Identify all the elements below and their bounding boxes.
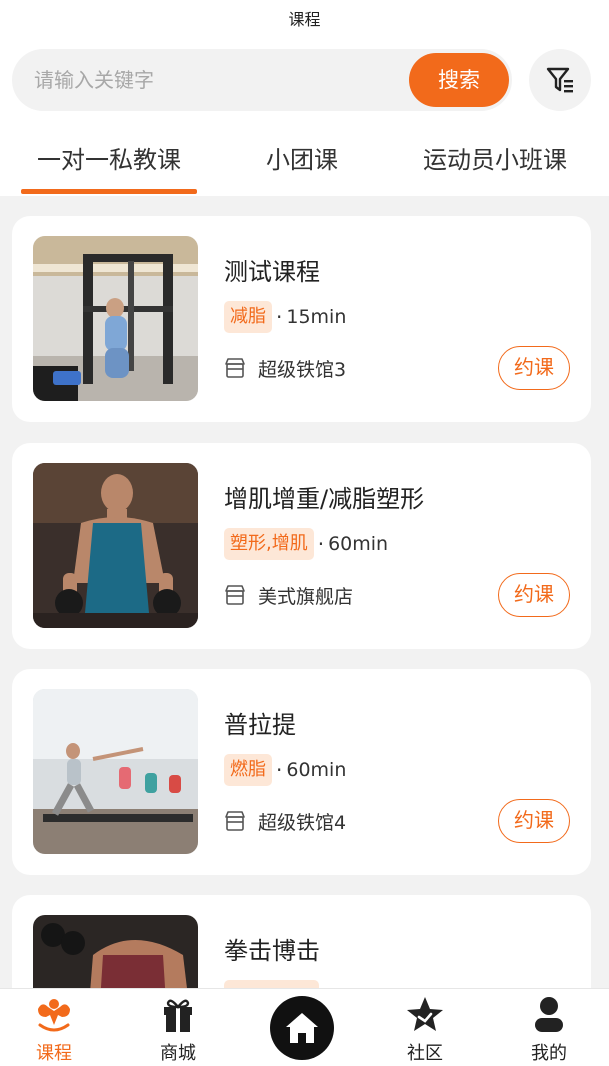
- course-card[interactable]: 普拉提 燃脂 · 60min 超级铁馆4 约课: [12, 669, 591, 875]
- tab-athlete-class[interactable]: 运动员小班课: [405, 138, 585, 196]
- nav-label-shop: 商城: [160, 1043, 196, 1064]
- course-card[interactable]: 增肌增重/减脂塑形 塑形,增肌 · 60min 美式旗舰店 约课: [12, 443, 591, 649]
- user-icon: [535, 997, 563, 1032]
- boxer-photo: [33, 915, 198, 988]
- book-button[interactable]: 约课: [498, 799, 570, 843]
- search-input[interactable]: [34, 63, 394, 97]
- meta-separator: ·: [317, 532, 325, 556]
- store-name: 超级铁馆3: [258, 358, 347, 381]
- course-name: 拳击博击: [224, 937, 320, 965]
- active-tab-indicator: [21, 189, 197, 194]
- store-row: 超级铁馆4: [224, 807, 346, 835]
- course-tag: [224, 980, 319, 988]
- book-button[interactable]: 约课: [498, 346, 570, 390]
- course-list[interactable]: 测试课程 减脂 · 15min 超级铁馆3 约课 增肌增重/减脂塑形 塑形,增肌…: [0, 196, 609, 988]
- course-meta: 减脂 · 15min: [224, 301, 346, 333]
- course-tag: 燃脂: [224, 754, 272, 786]
- course-type-tabs: 一对一私教课 小团课 运动员小班课: [0, 138, 609, 196]
- search-button[interactable]: 搜索: [409, 53, 509, 107]
- filter-button[interactable]: [529, 49, 591, 111]
- pilates-class-photo: [33, 689, 198, 854]
- course-meta: 燃脂 · 60min: [224, 754, 346, 786]
- nav-label-community: 社区: [407, 1043, 443, 1064]
- course-duration: 60min: [286, 759, 347, 781]
- dumbbell-trainer-photo: [33, 463, 198, 628]
- store-name: 超级铁馆4: [258, 811, 347, 834]
- home-button[interactable]: [270, 996, 334, 1060]
- nav-label-profile: 我的: [531, 1043, 567, 1064]
- home-icon: [286, 1013, 318, 1043]
- course-tag: 塑形,增肌: [224, 528, 314, 560]
- nav-label-courses: 课程: [36, 1043, 72, 1064]
- tab-private-lesson[interactable]: 一对一私教课: [21, 138, 197, 196]
- page-title: 课程: [288, 10, 321, 29]
- store-icon: [225, 811, 245, 831]
- store-row: 超级铁馆3: [224, 354, 346, 382]
- course-card[interactable]: 测试课程 减脂 · 15min 超级铁馆3 约课: [12, 216, 591, 422]
- course-duration: 60min: [328, 533, 389, 555]
- nav-item-shop[interactable]: 商城: [128, 989, 228, 1066]
- top-bar: 课程 搜索 一对一私教课 小团课 运动员小班课: [0, 0, 609, 196]
- gift-icon: [164, 999, 192, 1032]
- course-meta: 塑形,增肌 · 60min: [224, 528, 388, 560]
- nav-item-profile[interactable]: 我的: [499, 989, 599, 1066]
- meta-separator: ·: [276, 305, 283, 329]
- course-thumbnail: [33, 915, 198, 988]
- store-icon: [225, 358, 245, 378]
- course-name: 普拉提: [224, 711, 296, 739]
- store-name: 美式旗舰店: [258, 585, 354, 608]
- nav-item-community[interactable]: 社区: [375, 989, 475, 1066]
- nav-item-courses[interactable]: 课程: [4, 989, 104, 1066]
- store-row: 美式旗舰店: [224, 581, 353, 609]
- course-name: 增肌增重/减脂塑形: [224, 485, 425, 513]
- store-icon: [225, 585, 245, 605]
- filter-icon: [546, 67, 573, 93]
- course-duration: 15min: [286, 306, 347, 328]
- muscle-icon: [38, 999, 70, 1032]
- course-thumbnail: [33, 236, 198, 401]
- star-icon: [407, 997, 443, 1031]
- meta-separator: ·: [276, 758, 283, 782]
- course-thumbnail: [33, 463, 198, 628]
- course-name: 测试课程: [224, 258, 320, 286]
- gym-machine-photo: [33, 236, 198, 401]
- tab-small-group[interactable]: 小团课: [232, 138, 372, 196]
- book-button[interactable]: 约课: [498, 573, 570, 617]
- course-card[interactable]: 拳击博击: [12, 895, 591, 988]
- course-meta: [224, 980, 319, 988]
- course-thumbnail: [33, 689, 198, 854]
- course-tag: 减脂: [224, 301, 272, 333]
